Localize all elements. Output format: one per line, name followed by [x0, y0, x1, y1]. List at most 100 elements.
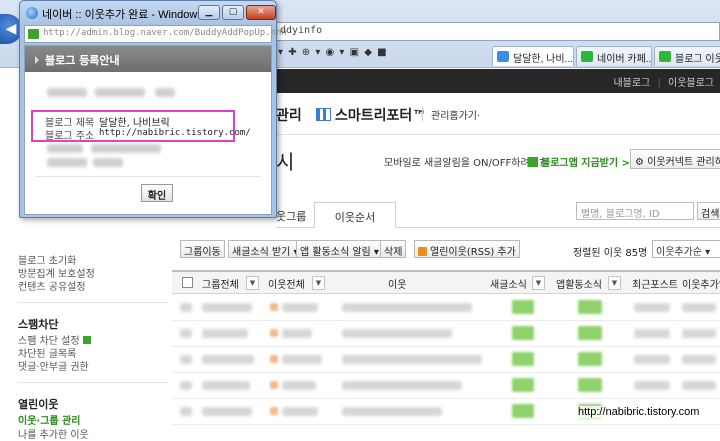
nav-manage[interactable]: 관리 [276, 105, 302, 125]
promo-row: 시 모바일로 새글알림을 ON/OFF하려면? 블로그앱 지금받기 > ⚙ 이웃… [276, 146, 720, 174]
app-download-label: 블로그앱 지금받기 > [541, 158, 630, 169]
col-recent-post: 최근포스트 [632, 280, 678, 291]
row-badge [270, 381, 278, 389]
tab-strip: ▾ ✚ ⊕ ▾ ◉ ▾ ▣ ◆ ■ 달달한, 나비... 네이버 카페... 블… [276, 44, 720, 68]
new-post-alert-button[interactable]: 새글소식 받기 ▾ [228, 240, 303, 258]
tab-neighbor-group[interactable]: 웃그룹 [276, 208, 306, 224]
tab-nabibric[interactable]: 달달한, 나비... [492, 46, 574, 66]
chart-icon [316, 108, 331, 121]
neighbor-blog-link[interactable]: 이웃블로그 [668, 78, 714, 89]
sorted-count: 정렬된 이웃 85명 [573, 248, 648, 259]
blurred-text [47, 144, 83, 153]
table-row[interactable] [172, 321, 720, 347]
tab-neighbor-order[interactable]: 이웃순서 [314, 202, 396, 228]
row-app-activity-toggle[interactable] [578, 326, 602, 340]
row-added-date [682, 355, 716, 364]
nav-content-share[interactable]: 컨텐츠 공유설정 [18, 278, 86, 293]
row-new-post-toggle[interactable] [512, 300, 534, 314]
row-group [202, 407, 252, 416]
table-row[interactable] [172, 373, 720, 399]
maximize-button[interactable]: ▢ [222, 5, 244, 20]
nav-smart-reporter[interactable]: 스마트리포터™ [316, 105, 426, 125]
popup-header: 블로그 등록안내 [25, 46, 271, 72]
blurred-text [95, 88, 145, 97]
search-button[interactable]: 검색 [697, 202, 720, 220]
neighbor-connect-button[interactable]: ⚙ 이웃커넥트 관리하기 [630, 149, 720, 169]
row-group [202, 355, 254, 364]
blurred-text [47, 158, 87, 167]
toolbar-icons[interactable]: ▾ ✚ ⊕ ▾ ◉ ▾ ▣ ◆ ■ [278, 47, 388, 58]
minimize-button[interactable]: ▁ [198, 5, 220, 20]
app-download-link[interactable]: 블로그앱 지금받기 > [528, 154, 630, 169]
nav-comment-permission[interactable]: 댓글·안부글 권한 [18, 358, 89, 373]
sort-select[interactable]: 이웃추가순 ▾ [652, 240, 720, 258]
promo-text: 모바일로 새글알림을 ON/OFF하려면? [384, 158, 545, 169]
select-all-checkbox[interactable] [182, 277, 193, 288]
neighbor-filter-dropdown[interactable]: ▼ [312, 276, 325, 290]
row-badge [270, 355, 278, 363]
row-checkbox[interactable] [180, 381, 192, 390]
table-row[interactable] [172, 347, 720, 373]
row-recent-post [634, 381, 670, 390]
row-badge [270, 329, 278, 337]
popup-titlebar[interactable]: 네이버 :: 이웃추가 완료 - Windows ... ▁ ▢ ✕ [20, 1, 276, 25]
group-filter-dropdown[interactable]: ▼ [246, 276, 259, 290]
ie-page-icon [497, 51, 509, 62]
row-new-post-toggle[interactable] [512, 378, 534, 392]
popup-address-bar[interactable]: http://admin.blog.naver.com/BuddyAddPopU… [24, 25, 287, 43]
buddy-add-popup: 네이버 :: 이웃추가 완료 - Windows ... ▁ ▢ ✕ http:… [19, 0, 287, 218]
tab-naver-cafe[interactable]: 네이버 카페... [576, 46, 652, 66]
row-new-post-toggle[interactable] [512, 326, 534, 340]
row-neighbor-id [282, 355, 322, 364]
app-activity-alert-button[interactable]: 앱 활동소식 알림 ▾ [296, 240, 383, 258]
row-added-date [682, 303, 716, 312]
nav-added-me[interactable]: 나를 추가한 이웃 [18, 426, 89, 441]
blurred-text [91, 144, 161, 153]
blog-address-label: 블로그 주소 [45, 131, 95, 142]
close-button[interactable]: ✕ [246, 5, 276, 20]
move-group-button[interactable]: 그룹이동 [180, 240, 225, 258]
row-neighbor-name [342, 407, 442, 416]
col-app-activity: 앱활동소식 [556, 280, 602, 291]
nav-neighbor-group-manage[interactable]: 이웃·그룹 관리 [18, 412, 80, 427]
my-blog-link[interactable]: 내블로그 [613, 78, 650, 89]
row-neighbor-id [282, 407, 318, 416]
row-app-activity-toggle[interactable] [578, 352, 602, 366]
row-app-activity-toggle[interactable] [578, 378, 602, 392]
row-checkbox[interactable] [180, 303, 192, 312]
add-rss-button[interactable]: 열린이웃(RSS) 추가 [414, 240, 520, 258]
row-new-post-toggle[interactable] [512, 404, 534, 418]
page-title: 시 [276, 150, 295, 174]
address-bar[interactable]: ddyinfo [276, 22, 720, 41]
watermark: http://nabibric.tistory.com [576, 406, 702, 418]
row-neighbor-name [342, 381, 462, 390]
popup-header-label: 블로그 등록안내 [45, 54, 120, 67]
row-group [202, 381, 250, 390]
table-row[interactable] [172, 295, 720, 321]
row-app-activity-toggle[interactable] [578, 300, 602, 314]
new-post-dropdown[interactable]: ▼ [532, 276, 545, 290]
goto-manage-home[interactable]: 관리홈가기· [431, 107, 480, 122]
spam-section-title: 스팸차단 [18, 318, 59, 331]
row-new-post-toggle[interactable] [512, 352, 534, 366]
row-recent-post [634, 355, 670, 364]
table-header: 그룹전체 ▼ 이웃전체 ▼ 이웃 새글소식 ▼ 앱활동소식 ▼ 최근포스트 이웃… [172, 270, 720, 294]
neighbor-section-title: 열린이웃 [18, 398, 59, 411]
new-badge-icon [82, 336, 91, 344]
blog-address-value[interactable]: http://nabibric.tistory.com/ [99, 128, 251, 138]
neighbor-connect-label: 이웃커넥트 관리하기 [647, 157, 720, 168]
row-checkbox[interactable] [180, 329, 192, 338]
row-checkbox[interactable] [180, 355, 192, 364]
delete-button[interactable]: 삭제 [380, 240, 407, 258]
col-added-date: 이웃추가일 [682, 280, 720, 291]
row-checkbox[interactable] [180, 407, 192, 416]
blurred-text [47, 88, 87, 97]
tab-blog-neighbor[interactable]: 블로그 이웃... [654, 46, 720, 66]
popup-url: http://admin.blog.naver.com/BuddyAddPopU… [43, 28, 287, 38]
neighbor-search-input[interactable]: 별명, 블로그명, ID [576, 202, 694, 220]
confirm-button[interactable]: 확인 [141, 184, 173, 202]
row-group [202, 303, 252, 312]
divider [18, 382, 168, 383]
app-activity-dropdown[interactable]: ▼ [608, 276, 621, 290]
tab-label: 블로그 이웃... [675, 54, 720, 65]
